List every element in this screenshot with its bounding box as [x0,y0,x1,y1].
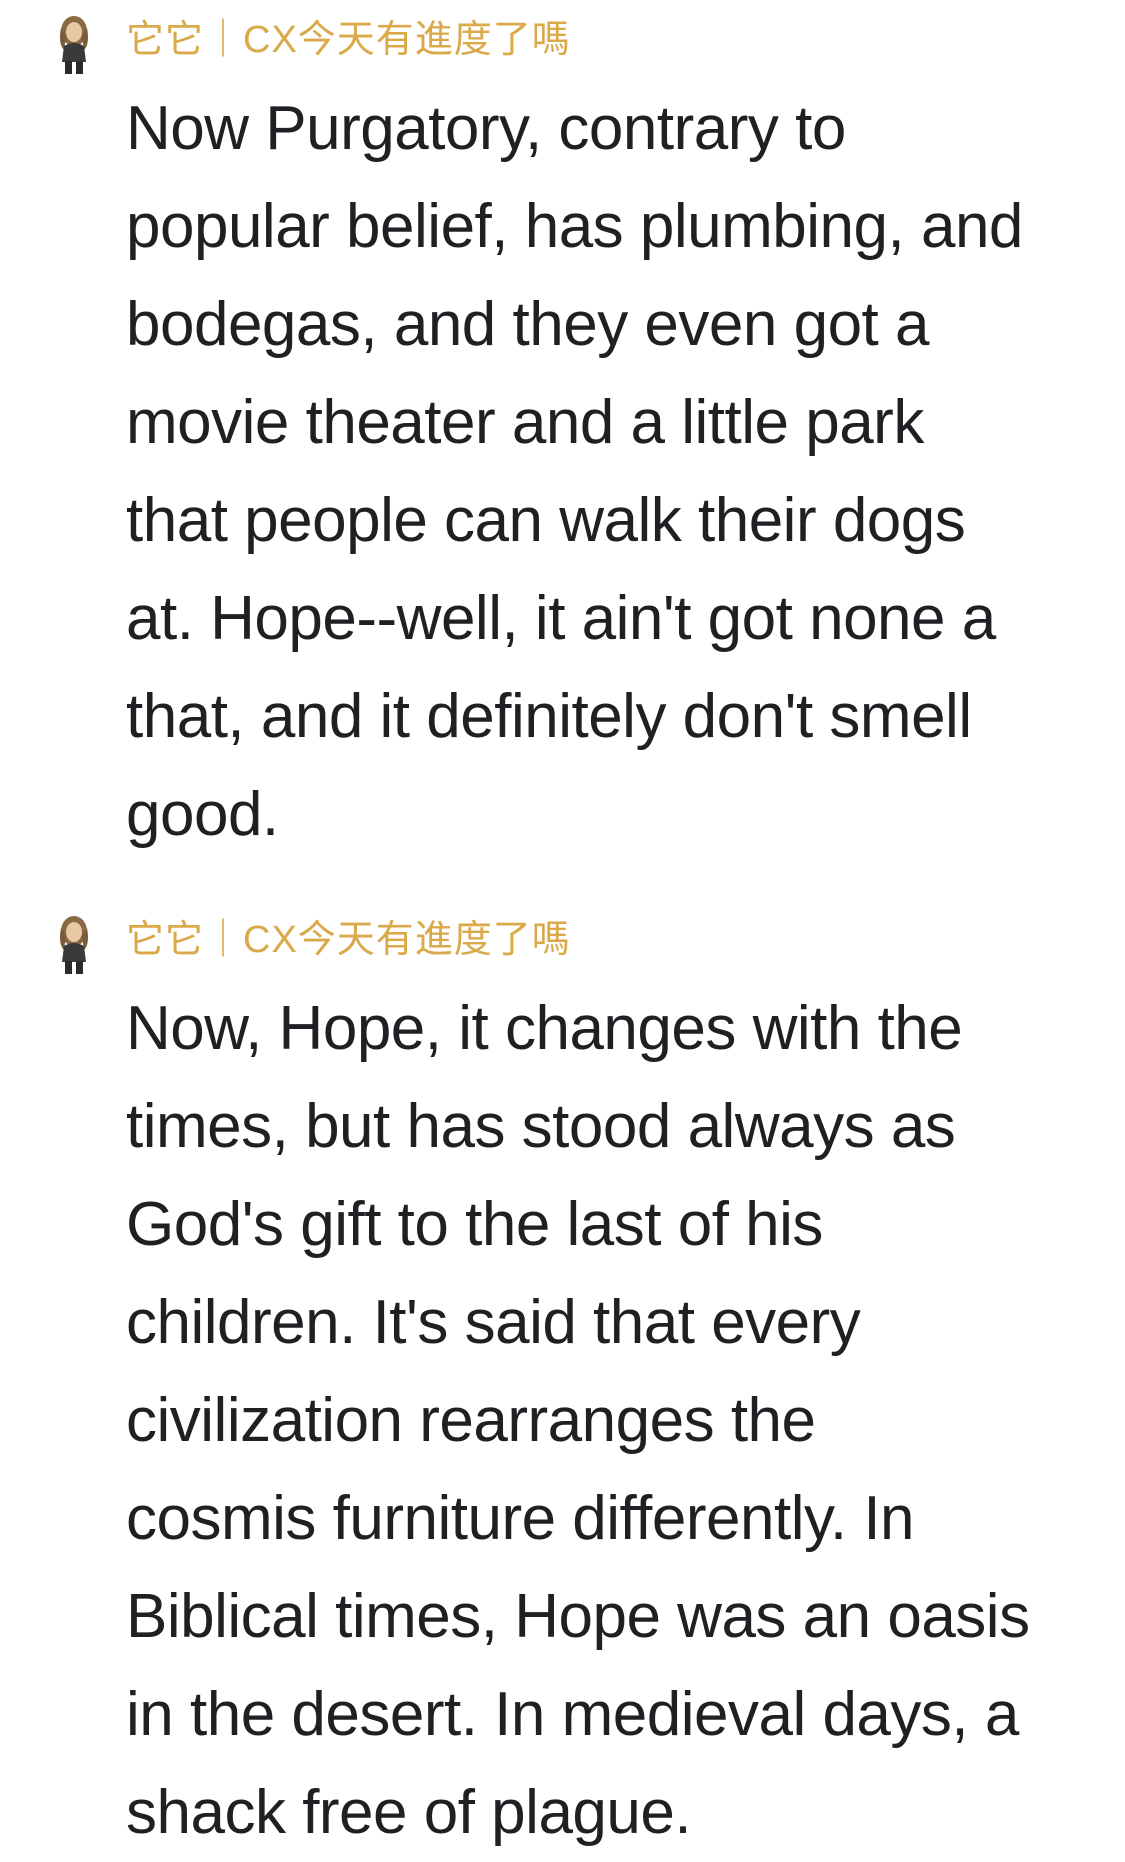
message-text: Now, Hope, it changes with the times, bu… [126,994,1030,1847]
sender-name: 它它｜CX今天有進度了嗎 [126,19,571,61]
sender-name: 它它｜CX今天有進度了嗎 [126,919,571,961]
user-avatar-icon[interactable] [50,14,98,76]
message-text: Now Purgatory, contrary to popular belie… [126,94,1023,849]
user-avatar-icon[interactable] [50,914,98,976]
